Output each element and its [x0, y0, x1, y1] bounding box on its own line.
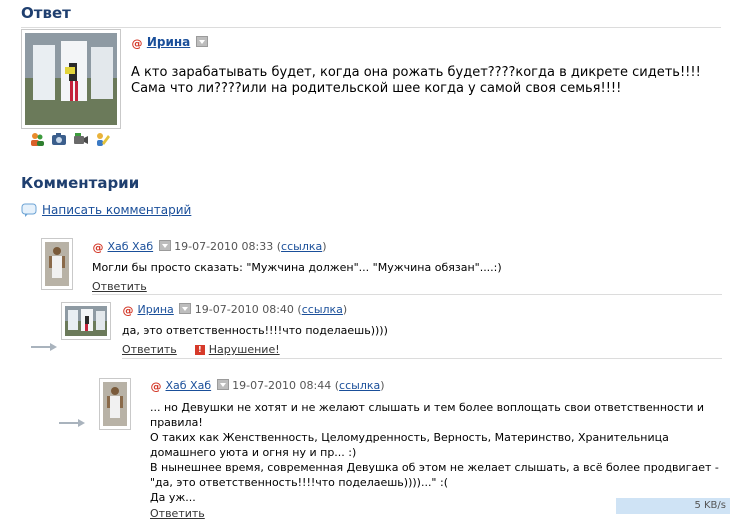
comment-line: О таких как Женственность, Целомудреннос…	[150, 431, 669, 444]
dropdown-icon[interactable]	[216, 379, 229, 390]
comment-line: правила!	[150, 416, 203, 429]
comment-permalink[interactable]: ссылка	[281, 240, 322, 253]
edit-icon[interactable]	[95, 131, 111, 147]
comment-line: "да, это ответственность!!!!что поделаеш…	[150, 476, 448, 489]
comment-icon	[21, 202, 37, 218]
comments-title: Комментарии	[21, 174, 140, 192]
answer-author-line: @ Ирина	[131, 35, 209, 50]
comment-avatar[interactable]	[61, 302, 111, 340]
comment-line: В нынешнее время, современная Девушка об…	[150, 461, 719, 474]
comment-author[interactable]: Ирина	[138, 303, 174, 316]
users-icon[interactable]	[29, 131, 45, 147]
comment-divider	[92, 294, 722, 295]
answer-divider	[21, 27, 721, 28]
comment-header: @ Ирина 19-07-2010 08:40 (ссылка)	[122, 303, 348, 317]
dropdown-icon[interactable]	[196, 36, 209, 47]
reply-arrow-icon	[59, 416, 85, 427]
write-comment-link[interactable]: Написать комментарий	[42, 203, 191, 217]
reply-button[interactable]: Ответить	[92, 280, 147, 293]
warning-icon: !	[194, 344, 205, 355]
comment-text: Могли бы просто сказать: "Мужчина должен…	[92, 261, 502, 274]
comment-avatar[interactable]	[41, 238, 73, 290]
author-avatar[interactable]	[21, 29, 121, 129]
video-icon[interactable]	[73, 131, 89, 147]
comment-permalink[interactable]: ссылка	[339, 379, 380, 392]
reply-arrow-icon	[31, 340, 57, 351]
comment-actions: Ответить ! Нарушение!	[122, 343, 280, 356]
report-button[interactable]: Нарушение!	[209, 343, 280, 356]
dropdown-icon[interactable]	[179, 303, 192, 314]
dropdown-icon[interactable]	[158, 240, 171, 251]
at-icon: @	[122, 304, 134, 317]
comment-avatar[interactable]	[99, 378, 131, 430]
status-speed: 5 KB/s	[616, 498, 730, 514]
at-icon: @	[92, 241, 104, 254]
comment-header: @ Хаб Хаб 19-07-2010 08:44 (ссылка)	[150, 379, 385, 393]
comment-header: @ Хаб Хаб 19-07-2010 08:33 (ссылка)	[92, 240, 327, 254]
camera-icon[interactable]	[51, 131, 67, 147]
at-icon: @	[150, 380, 162, 393]
at-icon: @	[131, 37, 143, 50]
answer-text: А кто зарабатывать будет, когда она рожа…	[131, 65, 701, 96]
comment-permalink[interactable]: ссылка	[302, 303, 343, 316]
comment-text: да, это ответственность!!!!что поделаешь…	[122, 324, 388, 337]
comment-line: домашнего уюта и огня ну и пр... :)	[150, 446, 357, 459]
answer-author[interactable]: Ирина	[147, 35, 190, 49]
answer-title: Ответ	[21, 4, 71, 22]
comment-author[interactable]: Хаб Хаб	[166, 379, 212, 392]
comment-text: ... но Девушки не хотят и не желают слыш…	[150, 400, 720, 505]
write-comment-row: Написать комментарий	[21, 202, 191, 218]
reply-button[interactable]: Ответить	[122, 343, 177, 356]
profile-tools	[29, 131, 117, 147]
comment-date: 19-07-2010 08:33	[174, 240, 274, 253]
comment-date: 19-07-2010 08:40	[194, 303, 294, 316]
comment-divider	[122, 358, 722, 359]
comment-author[interactable]: Хаб Хаб	[108, 240, 154, 253]
comment-line: ... но Девушки не хотят и не желают слыш…	[150, 401, 705, 414]
comment-date: 19-07-2010 08:44	[232, 379, 332, 392]
avatar-photo	[25, 33, 117, 125]
